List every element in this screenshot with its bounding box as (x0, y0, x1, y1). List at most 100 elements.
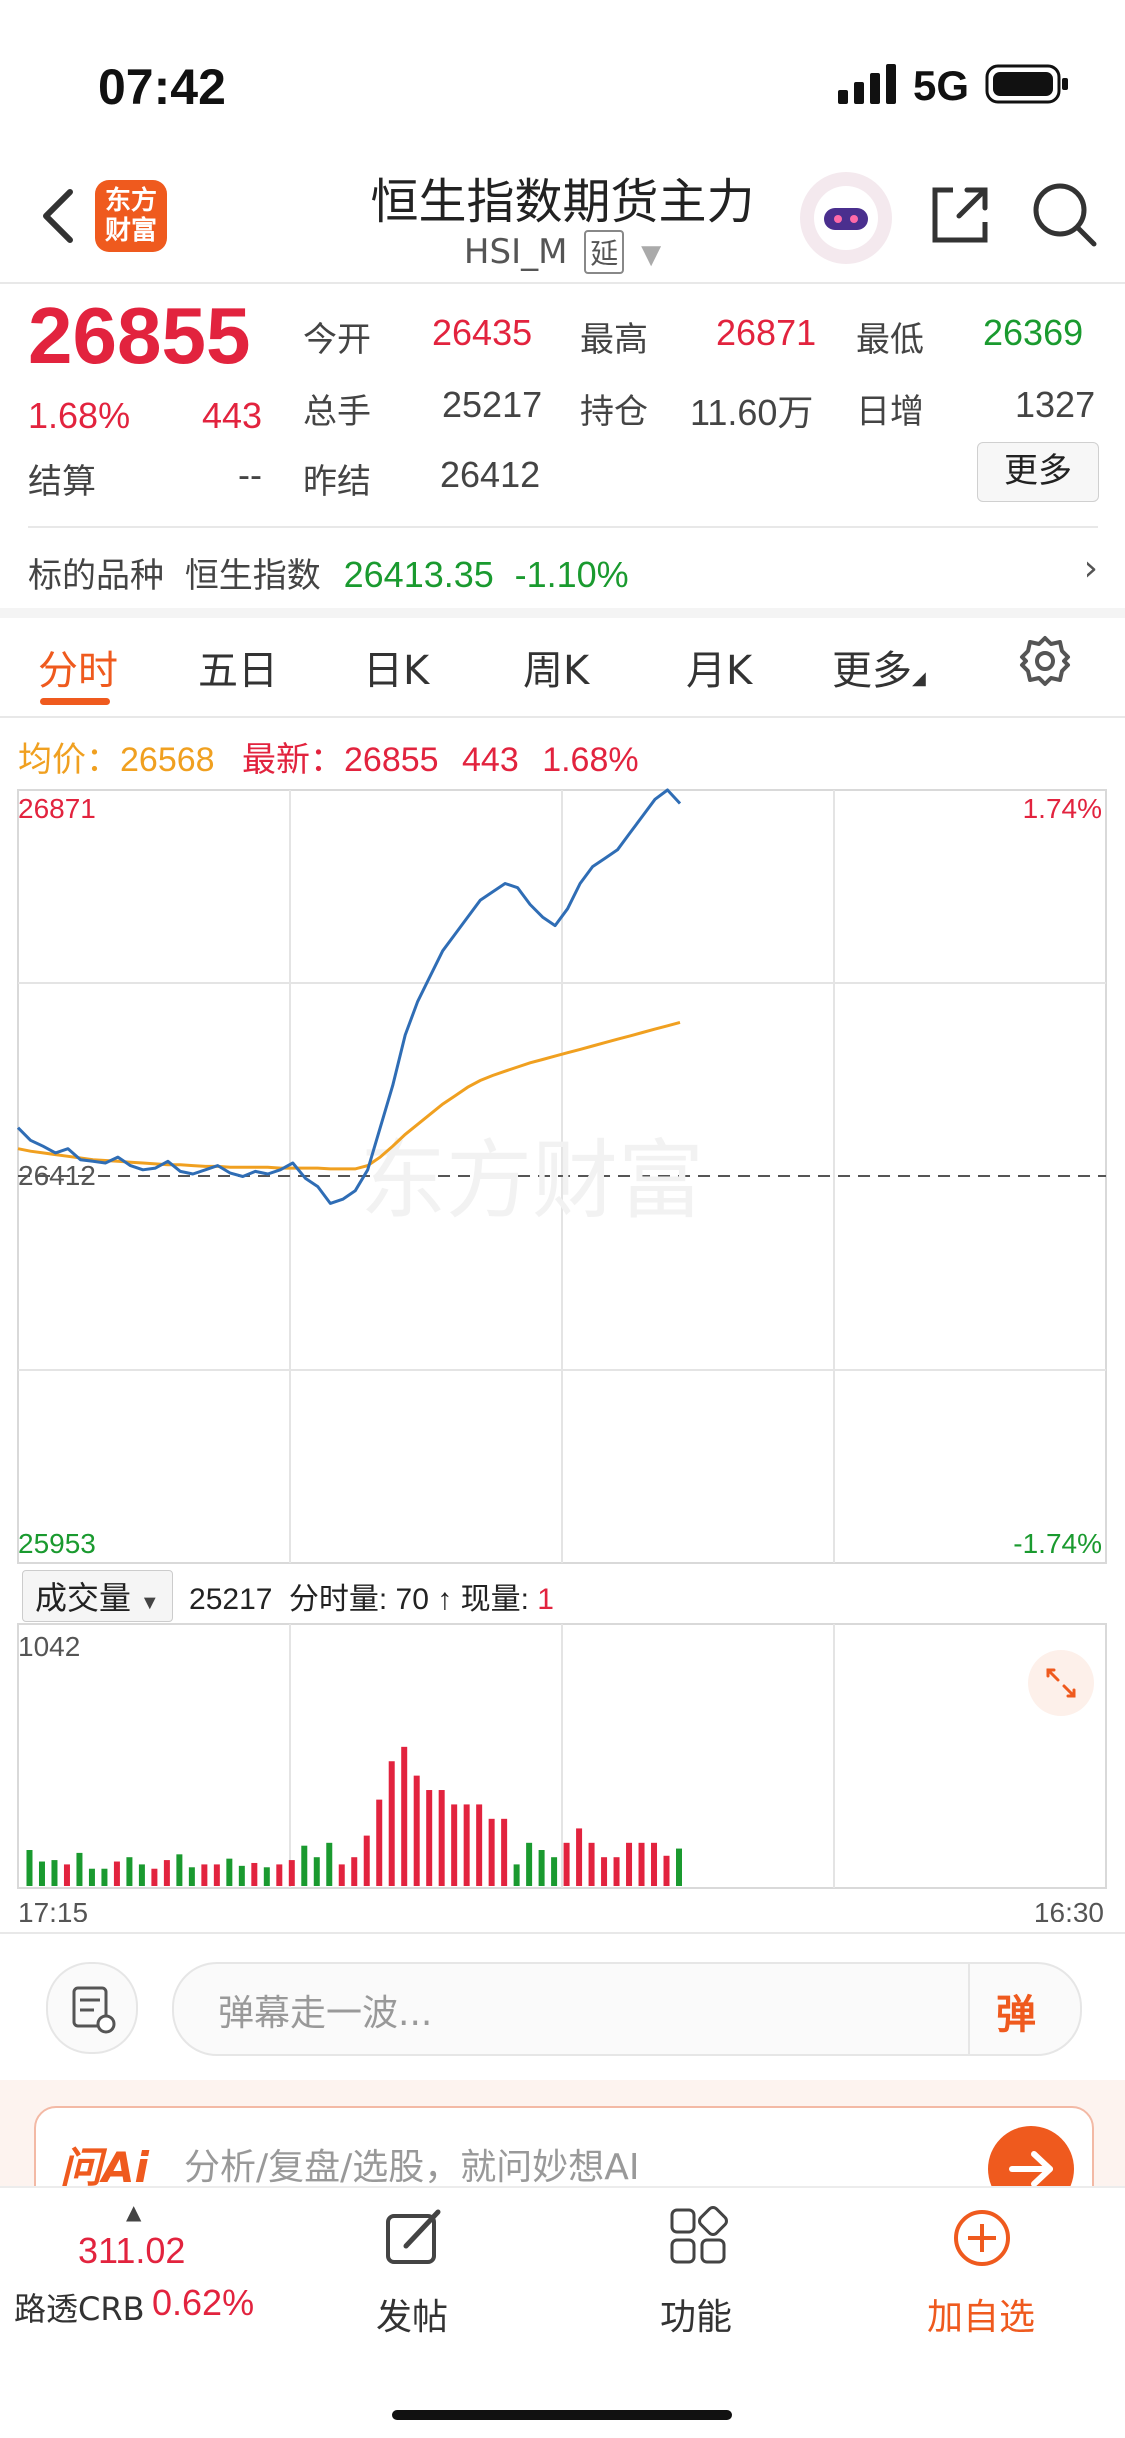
volume-bar (576, 1828, 583, 1886)
volume-selector[interactable]: 成交量 ▼ (22, 1570, 173, 1622)
volume-toolbar: 成交量 ▼ 25217 分时量: 70 ↑ 现量: 1 (22, 1570, 554, 1622)
chart-header: 均价：26568 最新：26855 443 1.68% (18, 732, 639, 781)
tab-five-day[interactable]: 五日 (198, 638, 278, 696)
volume-bar (551, 1857, 558, 1886)
danmu-button[interactable]: 弹 (968, 1964, 1080, 2054)
crb-widget[interactable]: ▲ 311.02 路透CRB 0.62% (10, 2188, 270, 2388)
volume-bar (163, 1860, 170, 1886)
volume-bar (263, 1867, 270, 1886)
volume-bar (638, 1842, 645, 1886)
low-label: 最低 (856, 320, 924, 360)
volume-label: 总手 (303, 392, 371, 432)
volume-bar (538, 1850, 545, 1886)
more-button[interactable]: 更多 (977, 442, 1099, 502)
tab-daily-k[interactable]: 日K (363, 638, 429, 696)
expand-icon[interactable] (1028, 1650, 1094, 1716)
dropdown-icon: ▼ (139, 1592, 160, 1614)
volume-bar (413, 1775, 420, 1886)
tab-weekly-k[interactable]: 周K (523, 638, 589, 696)
edit-icon (382, 2206, 446, 2274)
tab-more[interactable]: 更多◢ (832, 638, 926, 696)
latest-pct: 1.68% (542, 741, 639, 779)
code-label: HSI_M (463, 232, 568, 272)
vol-max-label: 1042 (18, 1631, 80, 1662)
tab-monthly-k[interactable]: 月K (686, 638, 752, 696)
volume-bar (201, 1864, 208, 1886)
up-arrow-icon: ↑ (437, 1583, 453, 1616)
volume-bar (601, 1857, 608, 1886)
change-value: 443 (202, 395, 263, 436)
y-max-label: 26871 (18, 793, 96, 824)
function-label: 功能 (659, 2297, 732, 2338)
volume-bar (63, 1864, 70, 1886)
x-start-label: 17:15 (18, 1897, 88, 1922)
volume-bar (238, 1865, 245, 1886)
volume-bar (351, 1857, 358, 1886)
pct-min-label: -1.74% (1013, 1528, 1102, 1559)
grid-icon (668, 2206, 728, 2270)
volume-bar (213, 1864, 220, 1886)
now-vol-value: 1 (537, 1583, 554, 1616)
volume-bar (613, 1857, 620, 1886)
volume-bar (276, 1864, 283, 1886)
minute-vol-value: 70 (395, 1583, 429, 1616)
volume-bar (326, 1842, 333, 1886)
intraday-price-chart[interactable]: 东方财富 26871 26412 25953 1.74% -1.74% (0, 780, 1125, 1580)
underlying-row[interactable]: 标的品种 恒生指数 26413.35 -1.10% › (28, 548, 1098, 598)
danmu-placeholder: 弹幕走一波... (218, 1993, 433, 2034)
tab-more-label: 更多 (832, 648, 912, 694)
volume-value: 25217 (442, 384, 543, 425)
volume-bars (26, 1746, 682, 1886)
volume-bar (363, 1835, 370, 1886)
volume-bar (501, 1818, 508, 1886)
add-watchlist-button[interactable]: 加自选 (906, 2206, 1056, 2356)
dropdown-icon[interactable]: ▼ (641, 240, 661, 270)
oi-label: 持仓 (580, 392, 648, 432)
volume-bar (38, 1861, 45, 1886)
volume-bar (451, 1804, 458, 1886)
home-indicator (392, 2410, 732, 2420)
volume-bar (51, 1860, 58, 1886)
notes-icon[interactable] (46, 1962, 138, 2054)
signal-icon (838, 64, 900, 110)
volume-bar (288, 1860, 295, 1886)
prev-settle-label: 昨结 (303, 462, 371, 502)
settings-icon[interactable] (1018, 634, 1072, 692)
post-label: 发帖 (375, 2297, 448, 2338)
volume-bar (438, 1790, 445, 1886)
robot-avatar-icon[interactable] (800, 172, 892, 264)
danmu-input[interactable]: 弹幕走一波... 弹 (172, 1962, 1082, 2056)
underlying-change: -1.10% (514, 554, 629, 595)
underlying-label: 标的品种 (28, 556, 164, 596)
delay-badge: 延 (584, 230, 625, 274)
share-icon[interactable] (925, 180, 995, 254)
volume-bar (26, 1850, 33, 1886)
volume-bar (126, 1857, 133, 1886)
high-value: 26871 (716, 312, 817, 353)
post-button[interactable]: 发帖 (352, 2206, 472, 2356)
volume-chart[interactable]: 1042 17:15 16:30 (0, 1622, 1125, 1922)
settle-label: 结算 (28, 462, 96, 502)
search-icon[interactable] (1030, 180, 1100, 254)
volume-bar (426, 1790, 433, 1886)
x-end-label: 16:30 (1034, 1897, 1104, 1922)
caret-icon: ◢ (912, 668, 926, 689)
volume-bar (588, 1842, 595, 1886)
network-label: 5G (913, 62, 970, 109)
function-button[interactable]: 功能 (636, 2206, 756, 2356)
avg-label: 均价： (18, 741, 120, 779)
volume-bar (301, 1845, 308, 1886)
volume-selector-label: 成交量 (35, 1580, 132, 1616)
volume-bar (88, 1868, 95, 1886)
volume-bar (563, 1842, 570, 1886)
volume-bar (626, 1842, 633, 1886)
settle-value: -- (238, 454, 262, 495)
tab-intraday[interactable]: 分时 (38, 638, 118, 696)
underlying-value: 26413.35 (343, 554, 494, 595)
volume-bar (226, 1858, 233, 1886)
watermark: 东方财富 (360, 1131, 704, 1231)
daily-inc-value: 1327 (1015, 384, 1096, 425)
crb-pct: 0.62% (152, 2282, 255, 2323)
status-time: 07:42 (98, 59, 226, 115)
volume-bar (188, 1867, 195, 1886)
